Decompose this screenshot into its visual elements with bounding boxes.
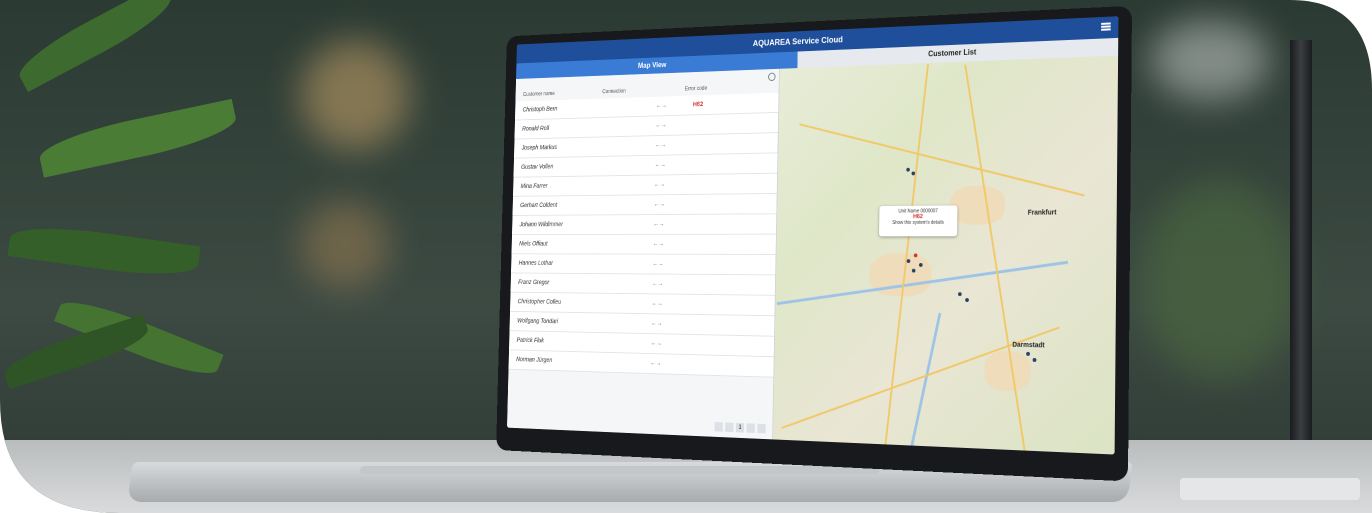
column-header[interactable]: Error code <box>685 84 771 92</box>
customer-name: Mina Farrer <box>520 183 548 190</box>
connection-icon: ←→ <box>653 201 665 208</box>
connection-icon: ←→ <box>651 320 663 328</box>
lamp-stand <box>1290 40 1312 480</box>
customer-name: Wolfgang Tondari <box>517 318 559 326</box>
map-river <box>903 313 941 455</box>
error-tag <box>689 284 767 285</box>
menu-icon[interactable] <box>1101 22 1111 30</box>
pager-page[interactable]: 1 <box>736 423 744 433</box>
customer-name: Ronald Roll <box>522 125 550 133</box>
customer-name: Johann Wildimmer <box>519 221 563 229</box>
app-title: AQUAREA Service Cloud <box>752 34 843 48</box>
map-city-area <box>950 186 1005 225</box>
map-marker[interactable] <box>907 259 911 263</box>
error-tag <box>692 143 769 145</box>
customer-name: Gerhart Coldent <box>520 202 558 209</box>
customer-list-panel: Customer name Connection Error code Chri… <box>507 69 780 440</box>
popup-link[interactable]: Show this system's details <box>879 220 957 226</box>
customer-name: Franz Gregor <box>518 279 550 287</box>
pager-next[interactable] <box>747 423 755 433</box>
map-label-darmstadt: Darmstadt <box>1012 341 1045 350</box>
bokeh-light <box>300 200 390 290</box>
pager-prev[interactable] <box>714 422 722 432</box>
error-tag <box>691 183 768 184</box>
connection-icon: ←→ <box>651 300 663 308</box>
list-item[interactable]: Hannes Lothar ←→ <box>511 254 776 275</box>
customer-name: Christopher Colleu <box>517 298 562 306</box>
connection-icon: ←→ <box>652 241 665 248</box>
connection-icon: ←→ <box>652 260 664 268</box>
column-header[interactable]: Connection <box>602 87 685 95</box>
plant-leaf <box>12 0 178 92</box>
column-header[interactable]: Customer name <box>523 90 602 98</box>
map-marker-error[interactable] <box>914 253 918 257</box>
list-item[interactable]: Gerhart Coldent ←→ <box>512 194 776 216</box>
pagination: 1 <box>714 422 765 433</box>
customer-name: Christoph Bern <box>522 106 558 114</box>
laptop-screen-bezel: AQUAREA Service Cloud Map View Customer … <box>496 6 1132 482</box>
error-tag <box>692 123 769 125</box>
plant-leaf <box>7 220 200 282</box>
connection-icon: ←→ <box>654 161 666 169</box>
laptop-screen: AQUAREA Service Cloud Map View Customer … <box>507 16 1118 454</box>
connection-icon: ←→ <box>650 360 662 368</box>
map-city-area <box>984 351 1031 392</box>
customer-name: Joseph Markus <box>521 144 558 152</box>
connection-icon: ←→ <box>654 142 667 149</box>
error-tag <box>688 344 766 346</box>
customer-name: Norman Jürgen <box>516 356 553 364</box>
map-popup[interactable]: Unit Name 0000007 H62 Show this system's… <box>879 205 957 236</box>
map-marker[interactable] <box>919 263 923 267</box>
error-tag <box>688 324 766 325</box>
customer-rows: Christoph Bern ←→ H62 Ronald Roll ←→ Joseph M… <box>509 93 779 378</box>
plant-leaf <box>36 99 240 178</box>
error-tag <box>687 365 765 367</box>
photo-scene: AQUAREA Service Cloud Map View Customer … <box>0 0 1372 513</box>
map-road <box>799 123 1084 196</box>
laptop-keyboard <box>359 466 880 474</box>
bokeh-light <box>300 40 410 150</box>
map-label-frankfurt: Frankfurt <box>1027 209 1057 217</box>
list-item[interactable]: Mina Farrer ←→ <box>513 174 777 197</box>
lamp-base <box>1180 478 1360 500</box>
map-marker[interactable] <box>1026 352 1030 356</box>
customer-name: Hannes Lothar <box>518 260 553 267</box>
map-marker[interactable] <box>906 168 910 172</box>
error-tag <box>689 304 767 305</box>
connection-icon: ←→ <box>655 122 667 129</box>
list-item[interactable]: Niels Offiaut ←→ <box>512 235 776 255</box>
map-marker[interactable] <box>965 298 969 302</box>
map-marker[interactable] <box>912 269 916 273</box>
connection-icon: ←→ <box>655 102 668 110</box>
bokeh-light <box>1150 20 1270 100</box>
error-tag <box>691 204 768 205</box>
map-marker[interactable] <box>911 172 915 176</box>
customer-name: Patrick Fluk <box>516 337 545 345</box>
connection-icon: ←→ <box>651 280 664 288</box>
customer-name: Gustav Vollen <box>521 163 554 171</box>
list-item[interactable]: Johann Wildimmer ←→ <box>512 214 776 235</box>
customer-name: Niels Offiaut <box>519 241 548 248</box>
map-marker[interactable] <box>1033 358 1037 362</box>
bokeh-light <box>1140 180 1300 380</box>
connection-icon: ←→ <box>650 340 662 348</box>
connection-icon: ←→ <box>653 221 665 228</box>
map-panel[interactable]: Frankfurt Darmstadt Unit Name 0000007 H6… <box>773 56 1118 455</box>
app-body: Customer name Connection Error code Chri… <box>507 56 1118 455</box>
pager-next[interactable] <box>757 424 765 434</box>
map-marker[interactable] <box>958 292 962 296</box>
connection-icon: ←→ <box>654 181 666 189</box>
error-tag <box>692 163 769 164</box>
pager-prev[interactable] <box>725 422 733 432</box>
error-tag: H62 <box>692 101 704 109</box>
map-road <box>964 64 1028 454</box>
